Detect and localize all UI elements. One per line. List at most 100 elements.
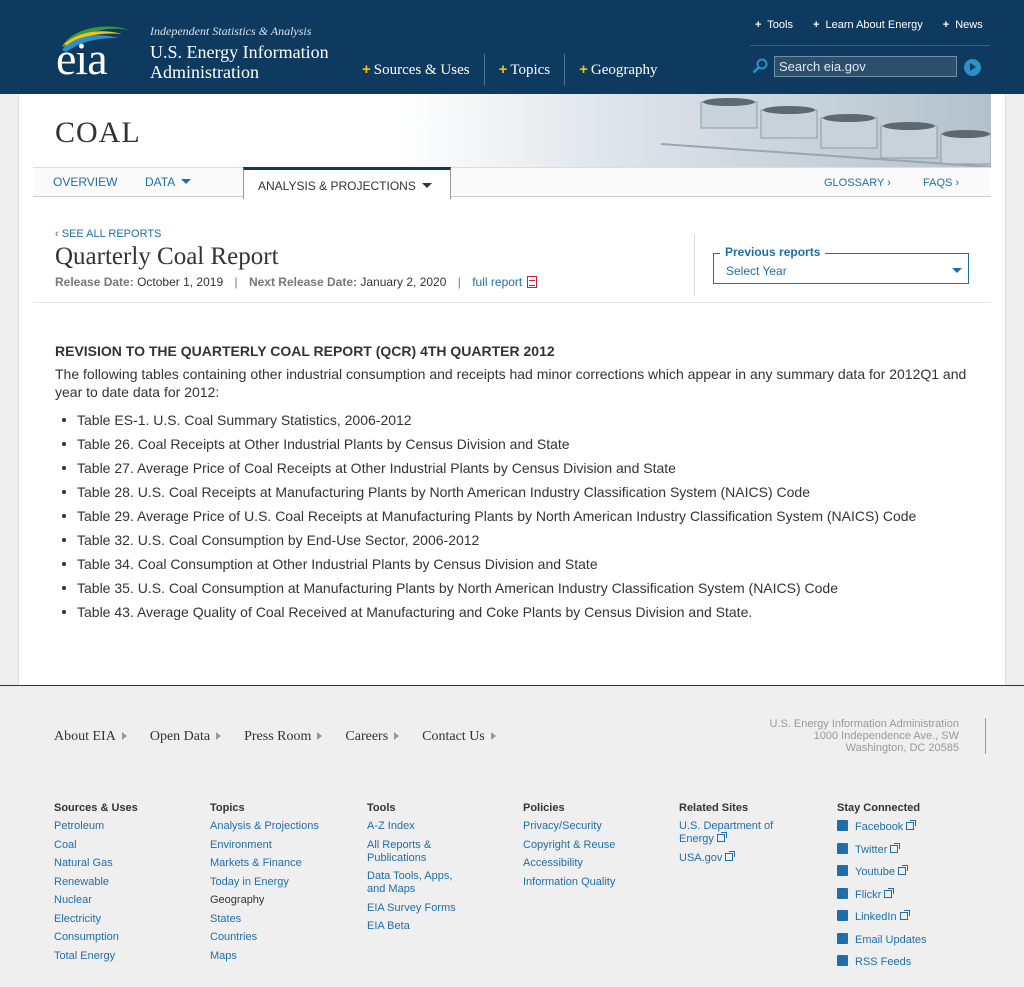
footer-nav-about[interactable]: About EIA	[54, 729, 127, 745]
footer-col-tools: Tools A-Z Index All Reports & Publicatio…	[367, 802, 467, 939]
footer-link[interactable]: Petroleum	[54, 820, 194, 833]
footer-nav: About EIA Open Data Press Room Careers C…	[54, 729, 519, 745]
linkedin-icon	[837, 910, 848, 921]
footer-col-title: Tools	[367, 802, 396, 814]
rss-feeds-link[interactable]: RSS Feeds	[837, 955, 977, 969]
twitter-link[interactable]: Twitter	[837, 842, 977, 857]
tab-glossary[interactable]: GLOSSARY ›	[824, 177, 891, 189]
triangle-right-icon	[317, 732, 323, 740]
release-date: October 1, 2019	[137, 275, 224, 289]
search-submit-button[interactable]	[964, 59, 981, 76]
tab-faqs[interactable]: FAQS ›	[923, 177, 959, 189]
footer-link[interactable]: Analysis & Projections	[210, 820, 350, 833]
footer-link[interactable]: Total Energy	[54, 950, 194, 963]
agency-name[interactable]: U.S. Energy Information Administration	[150, 42, 350, 82]
external-link-icon	[716, 832, 727, 842]
site-tagline: Independent Statistics & Analysis	[150, 24, 312, 38]
footer-link[interactable]: Environment	[210, 839, 350, 852]
footer-link[interactable]: EIA Beta	[367, 920, 467, 933]
chevron-down-icon[interactable]	[952, 268, 962, 273]
plus-icon: +	[498, 61, 508, 78]
footer-col-title: Topics	[210, 802, 245, 814]
footer-link[interactable]: Accessibility	[523, 857, 663, 870]
footer-link-doe[interactable]: U.S. Department of Energy	[679, 820, 799, 846]
footer-nav-open-data[interactable]: Open Data	[150, 729, 222, 745]
revision-intro: The following tables containing other in…	[55, 366, 967, 400]
full-report-link[interactable]: full report	[472, 275, 522, 289]
eia-logo[interactable]: eia	[56, 32, 108, 85]
footer-link[interactable]: A-Z Index	[367, 820, 467, 833]
footer-col-related: Related Sites U.S. Department of Energy …	[679, 802, 799, 870]
footer-subheading: Geography	[210, 894, 265, 906]
footer-link[interactable]: Countries	[210, 931, 350, 944]
footer-link[interactable]: Consumption	[54, 931, 194, 944]
footer-link[interactable]: Coal	[54, 839, 194, 852]
search-input[interactable]	[774, 56, 957, 77]
footer-link[interactable]: Copyright & Reuse	[523, 839, 663, 852]
footer-link[interactable]: Data Tools, Apps, and Maps	[367, 870, 467, 896]
footer-col-sources: Sources & Uses Petroleum Coal Natural Ga…	[54, 802, 194, 968]
plus-icon: +	[812, 19, 820, 31]
main-nav-topics[interactable]: + Topics	[483, 54, 565, 86]
meta-separator: |	[234, 275, 238, 289]
footer-nav-careers[interactable]: Careers	[345, 729, 400, 745]
plus-icon: +	[579, 61, 588, 78]
footer-nav-contact[interactable]: Contact Us	[422, 729, 496, 745]
see-all-reports-link[interactable]: ‹ SEE ALL REPORTS	[55, 228, 161, 240]
plus-icon: +	[755, 19, 762, 31]
caret-down-icon	[421, 183, 432, 188]
footer-link[interactable]: EIA Survey Forms	[367, 902, 467, 915]
footer-link[interactable]: All Reports & Publications	[367, 839, 467, 865]
footer-link[interactable]: Today in Energy	[210, 876, 350, 889]
footer-col-policies: Policies Privacy/Security Copyright & Re…	[523, 802, 663, 894]
agency-name-line1: U.S. Energy Information	[150, 42, 329, 62]
footer-link[interactable]: States	[210, 913, 350, 926]
util-nav-tools[interactable]: + Tools	[755, 19, 793, 31]
footer-link[interactable]: Privacy/Security	[523, 820, 663, 833]
youtube-link[interactable]: Youtube	[837, 865, 977, 879]
footer-link[interactable]: Renewable	[54, 876, 194, 889]
external-link-icon	[890, 842, 901, 853]
util-nav-learn-about-energy[interactable]: + Learn About Energy	[813, 19, 923, 31]
header-divider	[694, 234, 695, 296]
facebook-link[interactable]: Facebook	[837, 820, 977, 834]
external-link-icon	[884, 887, 895, 898]
footer-link[interactable]: Electricity	[54, 913, 194, 926]
content-divider	[33, 302, 991, 303]
list-item: Table 43. Average Quality of Coal Receiv…	[55, 600, 985, 624]
main-nav-geography[interactable]: + Geography	[564, 54, 671, 86]
footer-col-title: Related Sites	[679, 802, 749, 814]
list-item: Table 28. U.S. Coal Receipts at Manufact…	[55, 480, 985, 504]
main-nav-sources-uses[interactable]: + Sources & Uses	[362, 54, 484, 86]
footer-link[interactable]: Natural Gas	[54, 857, 194, 870]
footer-top-border	[0, 685, 1024, 686]
section-subnav: OVERVIEW DATA ANALYSIS & PROJECTIONS GLO…	[33, 167, 991, 199]
footer-link[interactable]: Markets & Finance	[210, 857, 350, 870]
footer-link[interactable]: Maps	[210, 950, 350, 963]
utility-divider	[750, 45, 990, 46]
caret-down-icon	[181, 179, 192, 184]
flickr-link[interactable]: Flickr	[837, 887, 977, 902]
triangle-right-icon	[121, 732, 127, 740]
footer-col-title: Sources & Uses	[54, 802, 138, 814]
rss-icon	[837, 955, 848, 966]
tab-analysis-projections[interactable]: ANALYSIS & PROJECTIONS	[243, 167, 451, 199]
footer-link[interactable]: Nuclear	[54, 894, 194, 907]
next-release-label: Next Release Date:	[248, 275, 357, 289]
coal-train-illustration	[661, 98, 991, 167]
external-link-icon	[897, 865, 908, 875]
address-divider	[985, 718, 986, 754]
tab-overview[interactable]: OVERVIEW	[53, 175, 117, 189]
footer-link[interactable]: Information Quality	[523, 876, 663, 889]
tab-data[interactable]: DATA	[145, 175, 192, 189]
footer-nav-press-room[interactable]: Press Room	[244, 729, 323, 745]
email-updates-link[interactable]: Email Updates	[837, 932, 977, 947]
previous-reports-value[interactable]: Select Year	[726, 264, 787, 278]
pdf-icon[interactable]	[527, 276, 538, 288]
util-nav-news[interactable]: + News	[943, 19, 983, 31]
footer-link-usagov[interactable]: USA.gov	[679, 850, 799, 865]
report-meta: Release Date: October 1, 2019 | Next Rel…	[55, 275, 538, 289]
linkedin-link[interactable]: LinkedIn	[837, 910, 977, 924]
release-date-label: Release Date:	[55, 275, 134, 289]
facebook-icon	[837, 820, 848, 831]
